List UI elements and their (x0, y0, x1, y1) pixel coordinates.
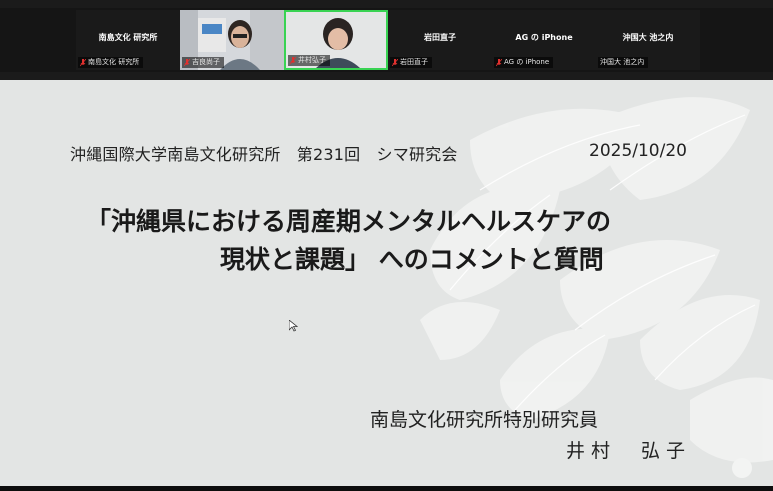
participant-name-tag: 吉良尚子 (182, 57, 224, 68)
participant-display-name: 南島文化 研究所 (98, 33, 158, 42)
mic-muted-icon (184, 58, 190, 67)
mouse-cursor-icon (289, 320, 298, 332)
slide-header-date: 2025/10/20 (589, 141, 687, 161)
participant-display-name: 岩田直子 (424, 33, 456, 42)
participant-strip: 南島文化 研究所 南島文化 研究所 吉良尚子 井村弘子 岩田直子 岩田直子 AG… (0, 0, 773, 80)
bottom-bar (0, 486, 773, 491)
participant-tile[interactable]: 南島文化 研究所 南島文化 研究所 (76, 10, 180, 70)
mic-muted-icon (496, 58, 502, 67)
slide-title-line-2: 現状と課題」 へのコメントと質問 (220, 245, 604, 274)
participant-tag-label: 沖国大 池之内 (600, 58, 645, 66)
participant-tile[interactable]: AG の iPhone AG の iPhone (492, 10, 596, 70)
participant-name-tag: 井村弘子 (288, 55, 330, 66)
slide-title-line-1: 「沖縄県における周産期メンタルヘルスケアの (86, 207, 612, 236)
slide-header-organization: 沖縄国際大学南島文化研究所 第231回 シマ研究会 (70, 145, 458, 164)
participant-display-name: 沖国大 池之内 (622, 33, 674, 42)
participant-name-tag: 南島文化 研究所 (78, 57, 144, 68)
presenter-affiliation: 南島文化研究所特別研究員 (370, 409, 599, 431)
participant-tag-label: 岩田直子 (400, 58, 428, 66)
participant-tag-label: 井村弘子 (298, 56, 326, 64)
mic-muted-icon (392, 58, 398, 67)
participant-tag-label: 南島文化 研究所 (88, 58, 140, 66)
participant-tag-label: AG の iPhone (504, 58, 550, 66)
participant-name-tag: 沖国大 池之内 (598, 57, 649, 68)
participant-video-tile[interactable]: 吉良尚子 (180, 10, 284, 70)
mic-muted-icon (80, 58, 86, 67)
participant-name-tag: AG の iPhone (494, 57, 554, 68)
participant-tag-label: 吉良尚子 (192, 58, 220, 66)
participant-tile[interactable]: 沖国大 池之内 沖国大 池之内 (596, 10, 700, 70)
active-speaker-video-tile[interactable]: 井村弘子 (284, 10, 388, 70)
participant-tile[interactable]: 岩田直子 岩田直子 (388, 10, 492, 70)
participant-name-tag: 岩田直子 (390, 57, 432, 68)
participant-display-name: AG の iPhone (515, 33, 573, 42)
mic-muted-icon (290, 56, 296, 65)
shared-slide: 沖縄国際大学南島文化研究所 第231回 シマ研究会 2025/10/20 「沖縄… (0, 80, 773, 486)
presenter-name: 井村 弘子 (566, 440, 692, 462)
